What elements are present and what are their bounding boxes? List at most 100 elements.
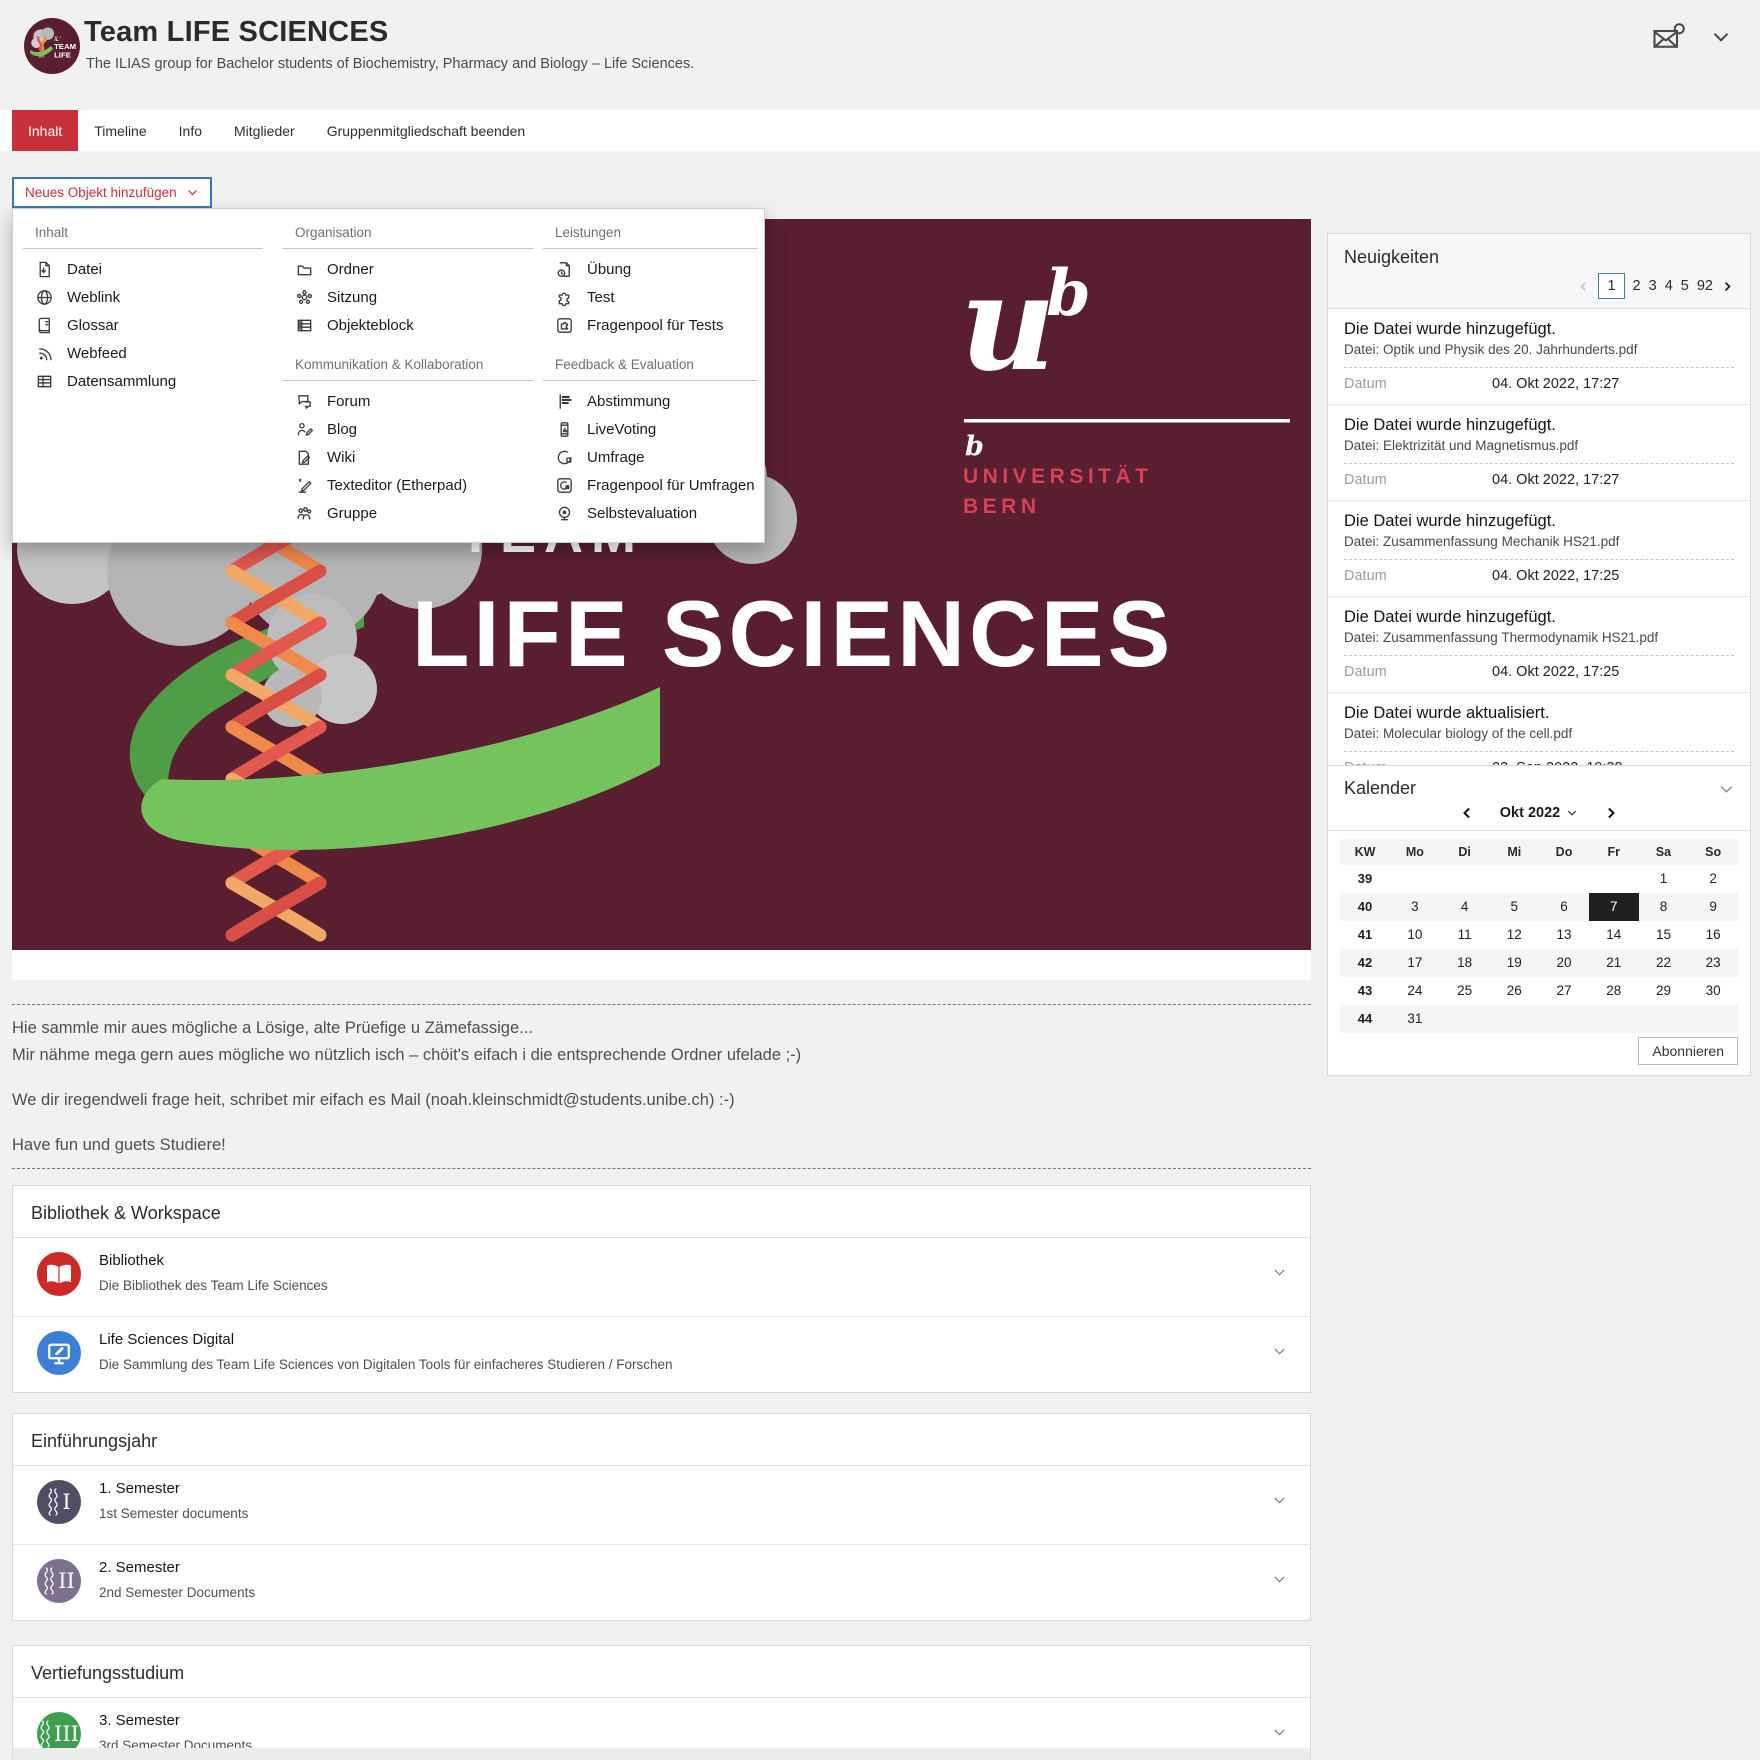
calendar-day[interactable]: 2 — [1688, 865, 1738, 893]
menu-item-weblink[interactable]: Weblink — [23, 284, 263, 312]
calendar-day[interactable] — [1489, 865, 1539, 893]
calendar-day[interactable]: 29 — [1639, 977, 1689, 1005]
calendar-day[interactable] — [1539, 1005, 1589, 1033]
calendar-day[interactable]: 6 — [1539, 893, 1589, 921]
calendar-day[interactable]: 17 — [1390, 949, 1440, 977]
menu-item-sitzung[interactable]: Sitzung — [283, 284, 533, 312]
calendar-day[interactable]: 31 — [1390, 1005, 1440, 1033]
calendar-day[interactable] — [1489, 1005, 1539, 1033]
calendar-day[interactable] — [1390, 865, 1440, 893]
calendar-day[interactable]: 21 — [1589, 949, 1639, 977]
month-selector[interactable]: Okt 2022 — [1500, 805, 1578, 821]
tab-inhalt[interactable]: Inhalt — [12, 110, 78, 151]
page-number[interactable]: 3 — [1649, 274, 1657, 298]
menu-item-gruppe[interactable]: Gruppe — [283, 500, 533, 528]
menu-item-livevoting[interactable]: LiveVoting — [543, 416, 757, 444]
chevron-down-icon[interactable] — [1717, 780, 1736, 799]
news-item-title[interactable]: Die Datei wurde hinzugefügt. — [1344, 415, 1734, 435]
menu-item-blog[interactable]: Blog — [283, 416, 533, 444]
news-item-title[interactable]: Die Datei wurde aktualisiert. — [1344, 703, 1734, 723]
news-item[interactable]: Die Datei wurde hinzugefügt. Datei: Elek… — [1328, 404, 1750, 500]
calendar-day[interactable]: 19 — [1489, 949, 1539, 977]
calendar-day[interactable]: 13 — [1539, 921, 1589, 949]
calendar-day[interactable]: 26 — [1489, 977, 1539, 1005]
tab-mitglieder[interactable]: Mitglieder — [218, 110, 311, 151]
calendar-day[interactable]: 8 — [1639, 893, 1689, 921]
list-item-bibliothek[interactable]: Bibliothek Die Bibliothek des Team Life … — [13, 1238, 1310, 1316]
menu-item-fragenpool-umfragen[interactable]: Fragenpool für Umfragen — [543, 472, 757, 500]
group-avatar[interactable]: IL' TEAM LIFE — [24, 18, 80, 74]
menu-item-wiki[interactable]: Wiki — [283, 444, 533, 472]
menu-item-ordner[interactable]: Ordner — [283, 256, 533, 284]
mail-notification-icon[interactable] — [1650, 22, 1686, 52]
news-item-title[interactable]: Die Datei wurde hinzugefügt. — [1344, 607, 1734, 627]
chevron-down-icon[interactable] — [1271, 1724, 1288, 1741]
tab-info[interactable]: Info — [163, 110, 218, 151]
calendar-day[interactable]: 30 — [1688, 977, 1738, 1005]
calendar-day[interactable]: 27 — [1539, 977, 1589, 1005]
news-item[interactable]: Die Datei wurde hinzugefügt. Datei: Zusa… — [1328, 596, 1750, 692]
list-item-semester-2[interactable]: II 2. Semester 2nd Semester Documents — [13, 1544, 1310, 1623]
page-number[interactable]: 5 — [1681, 274, 1689, 298]
subscribe-button[interactable]: Abonnieren — [1638, 1037, 1738, 1065]
page-number[interactable]: 2 — [1633, 274, 1641, 298]
news-item-title[interactable]: Die Datei wurde hinzugefügt. — [1344, 511, 1734, 531]
tab-timeline[interactable]: Timeline — [78, 110, 162, 151]
calendar-day[interactable]: 11 — [1440, 921, 1490, 949]
add-object-button[interactable]: Neues Objekt hinzufügen — [12, 177, 212, 208]
calendar-day[interactable]: 9 — [1688, 893, 1738, 921]
menu-item-datensammlung[interactable]: Datensammlung — [23, 368, 263, 396]
menu-item-fragenpool-tests[interactable]: Fragenpool für Tests — [543, 312, 757, 340]
calendar-day[interactable]: 10 — [1390, 921, 1440, 949]
menu-item-umfrage[interactable]: Umfrage — [543, 444, 757, 472]
menu-item-abstimmung[interactable]: Abstimmung — [543, 388, 757, 416]
list-item-semester-1[interactable]: I 1. Semester 1st Semester documents — [13, 1466, 1310, 1544]
calendar-day[interactable] — [1589, 1005, 1639, 1033]
news-item-title[interactable]: Die Datei wurde hinzugefügt. — [1344, 319, 1734, 339]
menu-item-glossar[interactable]: Glossar — [23, 312, 263, 340]
item-title[interactable]: Bibliothek — [99, 1252, 164, 1269]
menu-item-objekteblock[interactable]: Objekteblock — [283, 312, 533, 340]
calendar-day[interactable]: 3 — [1390, 893, 1440, 921]
item-title[interactable]: Life Sciences Digital — [99, 1331, 234, 1348]
news-item[interactable]: Die Datei wurde hinzugefügt. Datei: Zusa… — [1328, 500, 1750, 596]
calendar-day[interactable]: 23 — [1688, 949, 1738, 977]
calendar-day[interactable]: 18 — [1440, 949, 1490, 977]
page-number[interactable]: 92 — [1697, 274, 1713, 298]
calendar-day[interactable] — [1539, 865, 1589, 893]
chevron-down-icon[interactable] — [1271, 1492, 1288, 1509]
calendar-day[interactable]: 15 — [1639, 921, 1689, 949]
chevron-down-icon[interactable] — [1271, 1571, 1288, 1588]
menu-item-texteditor[interactable]: Texteditor (Etherpad) — [283, 472, 533, 500]
calendar-day[interactable]: 1 — [1639, 865, 1689, 893]
chevron-down-icon[interactable] — [1271, 1264, 1288, 1281]
page-number-current[interactable]: 1 — [1598, 273, 1624, 299]
calendar-day[interactable]: 12 — [1489, 921, 1539, 949]
chevron-right-icon[interactable] — [1721, 280, 1734, 293]
calendar-day[interactable] — [1440, 865, 1490, 893]
calendar-day[interactable]: 28 — [1589, 977, 1639, 1005]
page-number[interactable]: 4 — [1665, 274, 1673, 298]
next-month-icon[interactable] — [1604, 806, 1618, 820]
menu-item-datei[interactable]: Datei — [23, 256, 263, 284]
calendar-day[interactable]: 4 — [1440, 893, 1490, 921]
menu-item-selbstevaluation[interactable]: Selbstevaluation — [543, 500, 757, 528]
calendar-day[interactable]: 24 — [1390, 977, 1440, 1005]
chevron-down-icon[interactable] — [1708, 24, 1734, 50]
calendar-day[interactable] — [1688, 1005, 1738, 1033]
calendar-day[interactable]: 16 — [1688, 921, 1738, 949]
calendar-day-today[interactable]: 7 — [1589, 893, 1639, 921]
calendar-day[interactable]: 14 — [1589, 921, 1639, 949]
calendar-day[interactable] — [1589, 865, 1639, 893]
item-title[interactable]: 1. Semester — [99, 1480, 180, 1497]
list-item-life-sciences-digital[interactable]: Life Sciences Digital Die Sammlung des T… — [13, 1316, 1310, 1395]
menu-item-forum[interactable]: Forum — [283, 388, 533, 416]
prev-month-icon[interactable] — [1460, 806, 1474, 820]
menu-item-uebung[interactable]: Übung — [543, 256, 757, 284]
item-title[interactable]: 2. Semester — [99, 1559, 180, 1576]
chevron-left-icon[interactable] — [1577, 280, 1590, 293]
calendar-day[interactable]: 20 — [1539, 949, 1589, 977]
calendar-day[interactable]: 5 — [1489, 893, 1539, 921]
calendar-day[interactable]: 22 — [1639, 949, 1689, 977]
calendar-day[interactable]: 25 — [1440, 977, 1490, 1005]
